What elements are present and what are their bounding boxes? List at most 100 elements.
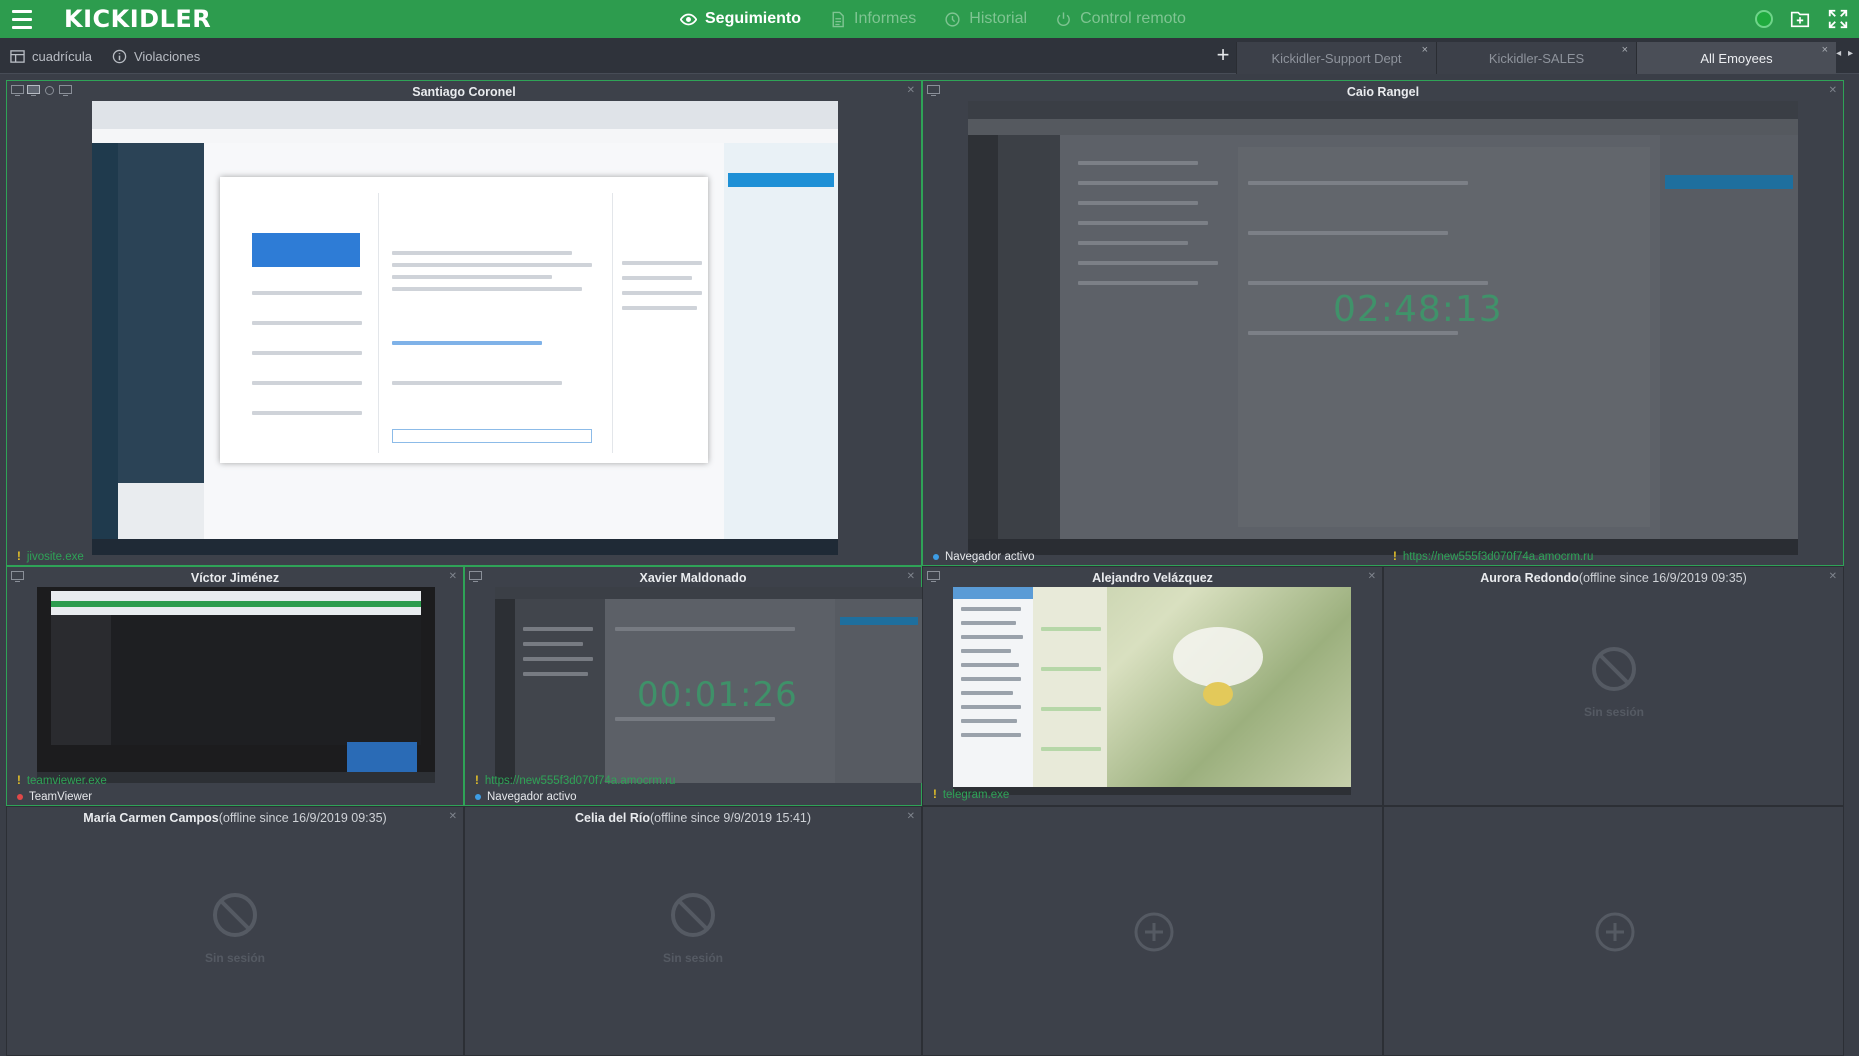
offline-since: (offline since 16/9/2019 09:35) bbox=[1578, 571, 1747, 585]
close-icon[interactable]: × bbox=[1822, 44, 1828, 56]
no-session-icon bbox=[1592, 647, 1636, 691]
active-app-name: teamviewer.exe bbox=[26, 775, 107, 787]
employee-name: Víctor Jiménez bbox=[190, 571, 280, 585]
top-bar: KICKIDLER Seguimiento Informes Historial… bbox=[0, 0, 1859, 38]
employee-cell-maria[interactable]: María Carmen Campos(offline since 16/9/2… bbox=[6, 806, 464, 1056]
close-icon[interactable]: ✕ bbox=[449, 571, 457, 582]
close-icon[interactable]: ✕ bbox=[1368, 571, 1376, 582]
employee-name: Celia del Río bbox=[574, 811, 651, 825]
no-session-icon bbox=[671, 893, 715, 937]
active-app-name: jivosite.exe bbox=[26, 551, 84, 563]
teamviewer-icon bbox=[17, 794, 23, 800]
eye-icon bbox=[680, 13, 697, 25]
main-nav: Seguimiento Informes Historial Control r… bbox=[680, 0, 1186, 38]
tab-all-employees[interactable]: All Emoyees × bbox=[1636, 42, 1836, 74]
close-icon[interactable]: × bbox=[1622, 44, 1628, 56]
toolbar: cuadrícula Violaciones + Kickidler-Suppo… bbox=[0, 38, 1859, 74]
offline-since: (offline since 9/9/2019 15:41) bbox=[650, 811, 812, 825]
close-icon[interactable]: ✕ bbox=[449, 811, 457, 822]
tab-sales[interactable]: Kickidler-SALES × bbox=[1436, 42, 1636, 74]
empty-slot[interactable] bbox=[922, 806, 1383, 1056]
screen-preview[interactable] bbox=[953, 587, 1351, 795]
nav-control-remoto[interactable]: Control remoto bbox=[1055, 10, 1186, 28]
active-url-text: https://new555f3d070f74a.amocrm.ru bbox=[484, 775, 676, 787]
tab-label: Kickidler-SALES bbox=[1488, 50, 1585, 66]
employee-cell-victor[interactable]: Víctor Jiménez ✕ ! teamviewer.exe TeamVi… bbox=[6, 566, 464, 806]
employee-cell-aurora[interactable]: Aurora Redondo(offline since 16/9/2019 0… bbox=[1383, 566, 1844, 806]
violations-button[interactable]: Violaciones bbox=[112, 49, 200, 64]
active-app-status: ! jivosite.exe bbox=[17, 551, 84, 563]
employee-name-row: Celia del Río(offline since 9/9/2019 15:… bbox=[465, 811, 921, 825]
no-session: Sin sesión bbox=[1564, 645, 1664, 719]
close-icon[interactable]: × bbox=[1422, 44, 1428, 56]
document-icon bbox=[832, 11, 844, 27]
employee-name: María Carmen Campos bbox=[83, 811, 219, 825]
close-icon[interactable]: ✕ bbox=[1829, 85, 1837, 96]
nav-historial[interactable]: Historial bbox=[944, 10, 1027, 28]
close-icon[interactable]: ✕ bbox=[907, 571, 915, 582]
menu-icon[interactable] bbox=[0, 0, 44, 38]
active-url-text: https://new555f3d070f74a.amocrm.ru bbox=[1402, 551, 1594, 563]
employee-cell-celia[interactable]: Celia del Río(offline since 9/9/2019 15:… bbox=[464, 806, 922, 1056]
add-employee-icon[interactable] bbox=[1133, 911, 1175, 953]
no-session-label: Sin sesión bbox=[1583, 705, 1645, 719]
browser-status: Navegador activo bbox=[933, 551, 1035, 563]
add-tab-button[interactable]: + bbox=[1210, 42, 1236, 68]
tab-scroll-arrows[interactable]: ◂ ▸ bbox=[1836, 48, 1855, 59]
employee-cell-alejandro[interactable]: Alejandro Velázquez ✕ ! telegram.exe bbox=[922, 566, 1383, 806]
browser-status-label: Navegador activo bbox=[945, 551, 1035, 563]
employee-cell-xavier[interactable]: Xavier Maldonado ✕ 00:01:26 ! https://ne… bbox=[464, 566, 923, 806]
browser-icon bbox=[933, 554, 939, 560]
history-icon bbox=[945, 11, 960, 27]
alert-icon: ! bbox=[17, 775, 21, 787]
close-icon[interactable]: ✕ bbox=[1829, 571, 1837, 582]
active-url: ! https://new555f3d070f74a.amocrm.ru bbox=[475, 775, 675, 787]
employee-name-row: Aurora Redondo(offline since 16/9/2019 0… bbox=[1384, 571, 1843, 585]
employee-cell-santiago[interactable]: Santiago Coronel ✕ ! jivosite.exe bbox=[6, 80, 922, 566]
info-icon bbox=[112, 49, 127, 63]
alert-icon: ! bbox=[933, 789, 937, 801]
employee-name: Aurora Redondo bbox=[1480, 571, 1579, 585]
employee-cell-caio[interactable]: Caio Rangel ✕ 02:48:13 Navegador activo … bbox=[922, 80, 1844, 566]
tab-label: All Emoyees bbox=[1700, 50, 1773, 66]
active-app-status: ! telegram.exe bbox=[933, 789, 1009, 801]
nav-control-remoto-label: Control remoto bbox=[1080, 10, 1186, 27]
nav-seguimiento-label: Seguimiento bbox=[705, 10, 802, 27]
program-status: TeamViewer bbox=[17, 791, 92, 803]
empty-slot[interactable] bbox=[1383, 806, 1844, 1056]
employee-name: Alejandro Velázquez bbox=[1092, 571, 1213, 585]
power-icon bbox=[1057, 11, 1070, 26]
nav-informes[interactable]: Informes bbox=[829, 10, 916, 28]
nav-seguimiento[interactable]: Seguimiento bbox=[680, 10, 801, 28]
add-employee-icon[interactable] bbox=[1594, 911, 1636, 953]
active-url: ! https://new555f3d070f74a.amocrm.ru bbox=[1393, 551, 1593, 563]
no-session-icon bbox=[213, 893, 257, 937]
no-session: Sin sesión bbox=[643, 891, 743, 965]
grid-view-label: cuadrícula bbox=[32, 48, 92, 64]
session-timer: 02:48:13 bbox=[1333, 289, 1503, 330]
session-timer: 00:01:26 bbox=[637, 675, 798, 715]
active-app-status: ! teamviewer.exe bbox=[17, 775, 107, 787]
tab-label: Kickidler-Support Dept bbox=[1271, 50, 1402, 66]
close-icon[interactable]: ✕ bbox=[907, 85, 915, 96]
grid-view-button[interactable]: cuadrícula bbox=[10, 49, 92, 64]
grid-icon bbox=[10, 49, 25, 63]
add-folder-icon[interactable] bbox=[1789, 8, 1811, 30]
no-session-label: Sin sesión bbox=[204, 951, 266, 965]
no-session-label: Sin sesión bbox=[662, 951, 724, 965]
connection-status-icon bbox=[1755, 10, 1773, 28]
tab-support-dept[interactable]: Kickidler-Support Dept × bbox=[1236, 42, 1436, 74]
browser-status: Navegador activo bbox=[475, 791, 577, 803]
browser-status-label: Navegador activo bbox=[487, 791, 577, 803]
employee-name: Santiago Coronel bbox=[412, 85, 516, 99]
fullscreen-icon[interactable] bbox=[1827, 8, 1849, 30]
alert-icon: ! bbox=[475, 775, 479, 787]
program-status-label: TeamViewer bbox=[29, 791, 93, 803]
active-app-name: telegram.exe bbox=[942, 789, 1010, 801]
close-icon[interactable]: ✕ bbox=[907, 811, 915, 822]
monitor-grid: Santiago Coronel ✕ ! jivosite.exe Caio R… bbox=[6, 80, 1844, 1056]
alert-icon: ! bbox=[17, 551, 21, 563]
top-right-controls bbox=[1755, 0, 1849, 38]
screen-preview[interactable] bbox=[37, 587, 435, 783]
screen-preview[interactable] bbox=[92, 101, 838, 555]
